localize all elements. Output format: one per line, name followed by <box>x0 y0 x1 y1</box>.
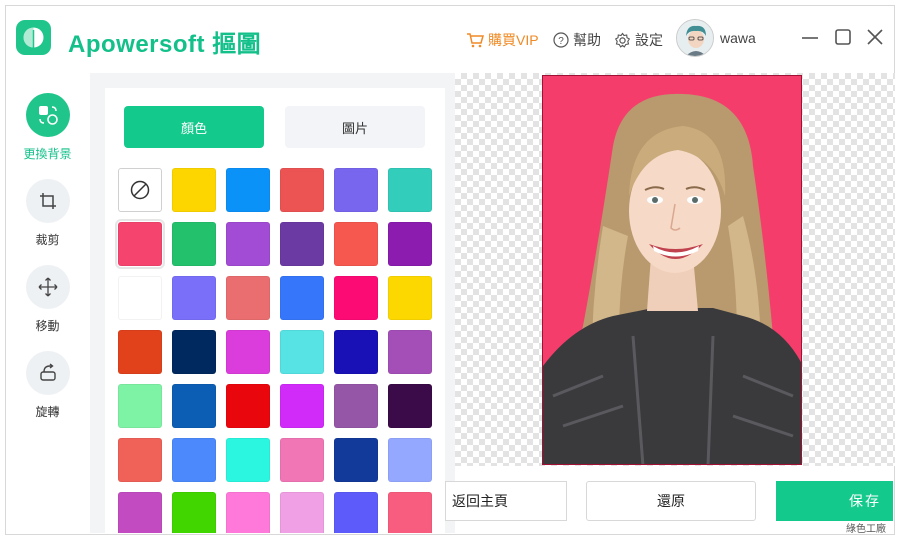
color-swatch[interactable] <box>118 384 162 428</box>
color-swatch[interactable] <box>334 492 378 533</box>
color-swatch[interactable] <box>280 492 324 533</box>
color-swatch[interactable] <box>226 384 270 428</box>
color-swatch[interactable] <box>334 384 378 428</box>
maximize-icon <box>835 29 851 45</box>
color-swatch[interactable] <box>388 222 432 266</box>
color-swatch[interactable] <box>226 438 270 482</box>
gear-icon <box>614 32 631 48</box>
settings-button[interactable]: 設定 <box>614 30 663 50</box>
color-swatch[interactable] <box>388 330 432 374</box>
color-swatch[interactable] <box>334 168 378 212</box>
replace-background-icon <box>25 93 70 137</box>
restore-button[interactable]: 還原 <box>586 481 756 521</box>
tool-rotate[interactable]: 旋轉 <box>5 351 90 420</box>
color-swatch[interactable] <box>226 330 270 374</box>
color-swatch[interactable] <box>280 330 324 374</box>
color-swatch[interactable] <box>226 276 270 320</box>
photo-preview[interactable] <box>542 75 802 465</box>
tab-image[interactable]: 圖片 <box>285 106 425 148</box>
no-color-swatch[interactable] <box>118 168 162 212</box>
help-button[interactable]: ? 幫助 <box>553 30 601 50</box>
minimize-icon <box>802 37 818 39</box>
tool-replace-background[interactable]: 更換背景 <box>5 93 90 162</box>
color-swatch[interactable] <box>172 222 216 266</box>
color-swatch[interactable] <box>226 168 270 212</box>
tool-crop[interactable]: 裁剪 <box>5 179 90 248</box>
buy-vip-button[interactable]: 購買VIP <box>466 30 539 50</box>
color-swatch[interactable] <box>172 168 216 212</box>
header: Apowersoft 摳圖 購買VIP ? 幫助 設定 wawa <box>5 5 893 73</box>
no-color-icon <box>130 180 150 200</box>
color-swatch[interactable] <box>280 438 324 482</box>
color-swatch[interactable] <box>388 276 432 320</box>
color-swatch[interactable] <box>388 438 432 482</box>
tool-label: 更換背景 <box>23 147 72 161</box>
close-button[interactable] <box>865 27 885 47</box>
watermark: 綠色工廠 <box>846 524 886 535</box>
buy-vip-label: 購買VIP <box>488 32 539 48</box>
color-swatch[interactable] <box>388 168 432 212</box>
tool-label: 移動 <box>35 319 60 333</box>
color-swatch[interactable] <box>280 168 324 212</box>
color-swatch[interactable] <box>172 384 216 428</box>
color-swatch[interactable] <box>388 492 432 533</box>
back-to-home-button[interactable]: 返回主頁 <box>445 481 567 521</box>
color-swatch[interactable] <box>172 492 216 533</box>
color-swatch[interactable] <box>172 438 216 482</box>
color-swatch[interactable] <box>226 492 270 533</box>
color-swatch[interactable] <box>334 222 378 266</box>
save-button[interactable]: 保存 <box>776 481 893 521</box>
avatar[interactable] <box>676 19 714 57</box>
color-swatch[interactable] <box>118 492 162 533</box>
color-swatch[interactable] <box>226 222 270 266</box>
color-panel: 顏色 圖片 <box>105 88 445 533</box>
app-title: Apowersoft 摳圖 <box>68 31 262 58</box>
tool-sidebar: 更換背景 裁剪 移動 旋轉 <box>5 73 90 533</box>
settings-label: 設定 <box>635 32 663 48</box>
color-swatch[interactable] <box>118 330 162 374</box>
help-icon: ? <box>553 32 569 48</box>
color-swatch[interactable] <box>280 384 324 428</box>
portrait-image <box>543 76 801 464</box>
color-swatch[interactable] <box>280 276 324 320</box>
rotate-icon <box>25 351 70 395</box>
cart-icon <box>467 33 484 48</box>
svg-text:?: ? <box>558 36 564 47</box>
tool-move[interactable]: 移動 <box>5 265 90 334</box>
move-icon <box>25 265 70 309</box>
color-swatch[interactable] <box>334 276 378 320</box>
tool-label: 裁剪 <box>35 233 60 247</box>
maximize-button[interactable] <box>833 27 853 47</box>
username: wawa <box>720 30 756 46</box>
color-swatch[interactable] <box>118 276 162 320</box>
app-logo-icon <box>16 20 51 55</box>
minimize-button[interactable] <box>800 27 820 47</box>
crop-icon <box>25 179 70 223</box>
color-swatch[interactable] <box>334 438 378 482</box>
color-swatch[interactable] <box>388 384 432 428</box>
tab-color[interactable]: 顏色 <box>124 106 264 148</box>
color-swatch[interactable] <box>172 276 216 320</box>
tool-label: 旋轉 <box>35 405 60 419</box>
color-swatch[interactable] <box>118 438 162 482</box>
color-swatch[interactable] <box>172 330 216 374</box>
color-swatch[interactable] <box>115 219 165 269</box>
help-label: 幫助 <box>573 32 601 48</box>
color-swatch[interactable] <box>334 330 378 374</box>
close-icon <box>867 29 883 45</box>
color-swatch[interactable] <box>280 222 324 266</box>
